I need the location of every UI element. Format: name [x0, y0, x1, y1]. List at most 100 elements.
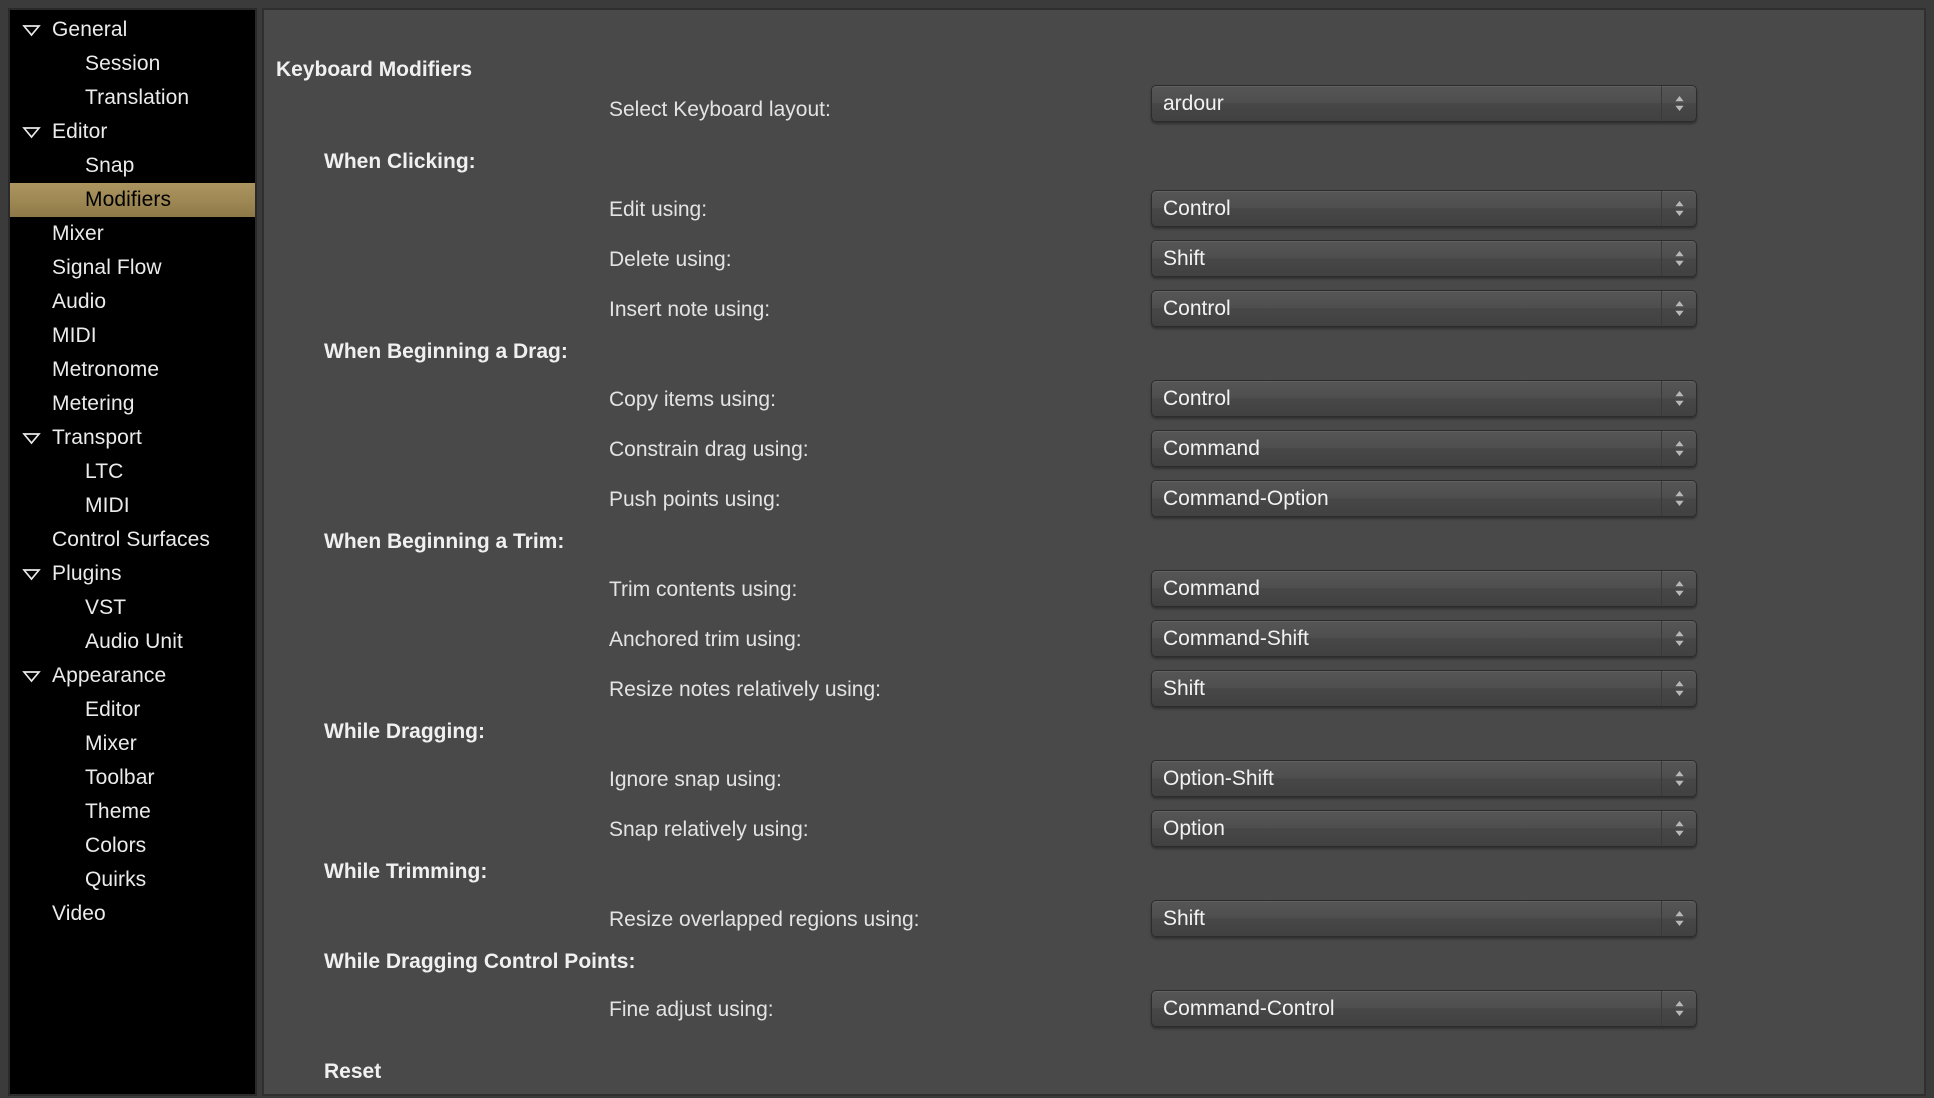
combo-copy-items-using[interactable]: Control: [1151, 380, 1697, 417]
preferences-category-tree[interactable]: General Session Translation Editor Snap Modif…: [10, 10, 255, 1094]
chevron-down-icon[interactable]: [10, 24, 52, 37]
combo-value: Command-Option: [1163, 486, 1329, 510]
sidebar-item-toolbar[interactable]: Toolbar: [10, 761, 255, 795]
chevron-down-icon[interactable]: [10, 670, 52, 683]
group-title-when-beginning-a-trim: When Beginning a Trim:: [324, 530, 565, 553]
keyboard-layout-label: Select Keyboard layout:: [609, 98, 831, 121]
sidebar-item-label: Metering: [52, 392, 135, 415]
label-snap-relatively-using: Snap relatively using:: [609, 818, 809, 841]
chevron-updown-icon: [1661, 671, 1696, 706]
chevron-down-icon[interactable]: [10, 568, 52, 581]
sidebar-item-general[interactable]: General: [10, 13, 255, 47]
combo-ignore-snap-using[interactable]: Option-Shift: [1151, 760, 1697, 797]
preferences-window: General Session Translation Editor Snap Modif…: [0, 0, 1934, 1098]
chevron-updown-icon: [1661, 86, 1696, 121]
chevron-down-icon[interactable]: [10, 432, 52, 445]
combo-value: Command-Control: [1163, 996, 1335, 1020]
sidebar-item-metering[interactable]: Metering: [10, 387, 255, 421]
sidebar-item-label: Transport: [52, 426, 142, 449]
combo-value: Option: [1163, 816, 1225, 840]
group-title-while-dragging-control-points: While Dragging Control Points:: [324, 950, 636, 973]
sidebar-item-label: Appearance: [52, 664, 167, 687]
sidebar-item-label: VST: [85, 596, 127, 619]
combo-value: Command: [1163, 436, 1260, 460]
combo-trim-contents-using[interactable]: Command: [1151, 570, 1697, 607]
sidebar-item-colors[interactable]: Colors: [10, 829, 255, 863]
sidebar-item-translation[interactable]: Translation: [10, 81, 255, 115]
combo-edit-using[interactable]: Control: [1151, 190, 1697, 227]
combo-value: Control: [1163, 196, 1231, 220]
label-copy-items-using: Copy items using:: [609, 388, 776, 411]
combo-value: Option-Shift: [1163, 766, 1274, 790]
sidebar-item-label: Mixer: [52, 222, 104, 245]
sidebar-item-midi[interactable]: MIDI: [10, 319, 255, 353]
sidebar-item-label: Colors: [85, 834, 147, 857]
sidebar-item-label: Editor: [85, 698, 141, 721]
group-title-while-dragging: While Dragging:: [324, 720, 485, 743]
chevron-updown-icon: [1661, 621, 1696, 656]
sidebar-item-audio[interactable]: Audio: [10, 285, 255, 319]
keyboard-layout-combo-value: ardour: [1163, 91, 1224, 115]
chevron-down-icon[interactable]: [10, 126, 52, 139]
sidebar-item-label: Mixer: [85, 732, 137, 755]
sidebar-item-mixer[interactable]: Mixer: [10, 217, 255, 251]
combo-value: Command: [1163, 576, 1260, 600]
page-title: Keyboard Modifiers: [276, 58, 473, 81]
sidebar-item-label: Metronome: [52, 358, 160, 381]
preferences-sidebar: General Session Translation Editor Snap Modif…: [8, 8, 257, 1096]
chevron-updown-icon: [1661, 901, 1696, 936]
chevron-updown-icon: [1661, 241, 1696, 276]
sidebar-item-theme[interactable]: Theme: [10, 795, 255, 829]
sidebar-item-label: Session: [85, 52, 161, 75]
sidebar-item-transport[interactable]: Transport: [10, 421, 255, 455]
chevron-updown-icon: [1661, 431, 1696, 466]
combo-delete-using[interactable]: Shift: [1151, 240, 1697, 277]
group-title-when-beginning-a-drag: When Beginning a Drag:: [324, 340, 568, 363]
sidebar-item-snap[interactable]: Snap: [10, 149, 255, 183]
sidebar-item-signal-flow[interactable]: Signal Flow: [10, 251, 255, 285]
sidebar-item-label: General: [52, 18, 128, 41]
sidebar-item-label: MIDI: [52, 324, 97, 347]
modifiers-page: Keyboard Modifiers Select Keyboard layou…: [264, 10, 1924, 1094]
label-anchored-trim-using: Anchored trim using:: [609, 628, 802, 651]
combo-constrain-drag-using[interactable]: Command: [1151, 430, 1697, 467]
sidebar-item-editor[interactable]: Editor: [10, 115, 255, 149]
keyboard-layout-combo[interactable]: ardour: [1151, 85, 1697, 122]
combo-resize-overlapped-regions-using[interactable]: Shift: [1151, 900, 1697, 937]
sidebar-item-label: Toolbar: [85, 766, 155, 789]
sidebar-item-appearance[interactable]: Appearance: [10, 659, 255, 693]
label-delete-using: Delete using:: [609, 248, 732, 271]
sidebar-item-editor[interactable]: Editor: [10, 693, 255, 727]
chevron-updown-icon: [1661, 481, 1696, 516]
sidebar-item-label: LTC: [85, 460, 124, 483]
combo-push-points-using[interactable]: Command-Option: [1151, 480, 1697, 517]
sidebar-item-session[interactable]: Session: [10, 47, 255, 81]
label-resize-notes-relatively-using: Resize notes relatively using:: [609, 678, 881, 701]
sidebar-item-label: Control Surfaces: [52, 528, 211, 551]
sidebar-item-label: Theme: [85, 800, 151, 823]
combo-anchored-trim-using[interactable]: Command-Shift: [1151, 620, 1697, 657]
sidebar-item-midi[interactable]: MIDI: [10, 489, 255, 523]
sidebar-item-modifiers[interactable]: Modifiers: [10, 183, 255, 217]
label-insert-note-using: Insert note using:: [609, 298, 771, 321]
sidebar-item-plugins[interactable]: Plugins: [10, 557, 255, 591]
label-push-points-using: Push points using:: [609, 488, 781, 511]
combo-snap-relatively-using[interactable]: Option: [1151, 810, 1697, 847]
label-resize-overlapped-regions-using: Resize overlapped regions using:: [609, 908, 920, 931]
sidebar-item-label: Plugins: [52, 562, 122, 585]
sidebar-item-audio-unit[interactable]: Audio Unit: [10, 625, 255, 659]
sidebar-item-quirks[interactable]: Quirks: [10, 863, 255, 897]
combo-insert-note-using[interactable]: Control: [1151, 290, 1697, 327]
group-title-while-trimming: While Trimming:: [324, 860, 488, 883]
chevron-updown-icon: [1661, 991, 1696, 1026]
combo-fine-adjust-using[interactable]: Command-Control: [1151, 990, 1697, 1027]
sidebar-item-control-surfaces[interactable]: Control Surfaces: [10, 523, 255, 557]
sidebar-item-mixer[interactable]: Mixer: [10, 727, 255, 761]
sidebar-item-label: Video: [52, 902, 106, 925]
sidebar-item-ltc[interactable]: LTC: [10, 455, 255, 489]
sidebar-item-video[interactable]: Video: [10, 897, 255, 931]
combo-resize-notes-relatively-using[interactable]: Shift: [1151, 670, 1697, 707]
label-trim-contents-using: Trim contents using:: [609, 578, 798, 601]
sidebar-item-vst[interactable]: VST: [10, 591, 255, 625]
sidebar-item-metronome[interactable]: Metronome: [10, 353, 255, 387]
